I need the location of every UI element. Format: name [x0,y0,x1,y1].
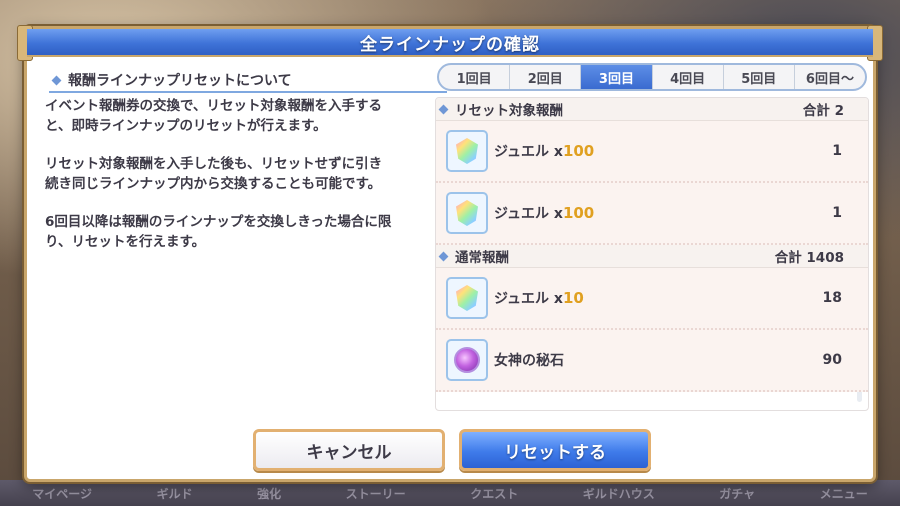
reset-info-heading-text: 報酬ラインナップリセットについて [68,73,292,89]
section-total: 合計 1408 [774,250,844,266]
diamond-bullet-icon [51,75,62,85]
nav-guildhouse[interactable]: ギルドハウス [583,485,655,502]
item-count: 90 [822,352,842,368]
section-total: 合計 2 [802,103,844,119]
item-name: ジュエル x100 [494,204,595,222]
item-icon-frame [446,192,488,234]
tab-round-1[interactable]: 1回目 [439,65,511,89]
nav-gacha[interactable]: ガチャ [719,485,755,502]
item-name: ジュエル x100 [494,142,595,160]
item-icon-frame [446,130,488,172]
nav-mypage[interactable]: マイページ [32,485,92,502]
nav-enhance[interactable]: 強化 [257,485,281,502]
goddess-stone-icon [454,347,480,373]
nav-story[interactable]: ストーリー [346,485,406,502]
bottom-navigation: マイページ ギルド 強化 ストーリー クエスト ギルドハウス ガチャ メニュー [0,480,900,506]
list-item[interactable]: ジュエル x100 1 [436,121,868,183]
info-paragraph: 6回目以降は報酬のラインナップを交換しきった場合に限り、リセットを行えます。 [45,214,392,250]
dialog-title: 全ラインナップの確認 [360,34,540,55]
tab-round-6-plus[interactable]: 6回目〜 [795,65,865,89]
lineup-confirm-dialog: 全ラインナップの確認 報酬ラインナップリセットについて イベント報酬券の交換で、… [17,25,883,482]
tab-round-4[interactable]: 4回目 [653,65,724,89]
dialog-title-bar: 全ラインナップの確認 [27,29,873,57]
section-header-normal: 通常報酬 合計 1408 [436,245,868,268]
nav-quest[interactable]: クエスト [470,485,518,502]
reset-button[interactable]: リセットする [459,429,651,471]
info-paragraph: イベント報酬券の交換で、リセット対象報酬を入手すると、即時ラインナップのリセット… [45,98,382,134]
jewel-icon [456,138,478,164]
section-title: 通常報酬 [455,250,509,266]
tab-round-2[interactable]: 2回目 [510,65,582,89]
jewel-icon [456,285,478,311]
jewel-icon [456,200,478,226]
round-tabs: 1回目 2回目 3回目 4回目 5回目 6回目〜 [437,63,867,91]
diamond-bullet-icon [438,251,449,261]
tab-round-3[interactable]: 3回目 [581,65,653,89]
list-item[interactable]: ジュエル x100 1 [436,183,868,245]
diamond-bullet-icon [438,104,449,114]
section-title: リセット対象報酬 [455,103,563,119]
reward-list[interactable]: リセット対象報酬 合計 2 ジュエル x100 1 ジュエル x100 1 通常… [435,97,869,411]
item-name: 女神の秘石 [494,353,564,369]
item-count: 1 [832,205,842,221]
list-item[interactable]: 女神の秘石 90 [436,330,868,392]
item-count: 18 [822,290,842,306]
section-header-reset-target: リセット対象報酬 合計 2 [436,98,868,121]
item-name: ジュエル x10 [494,289,584,307]
item-icon-frame [446,277,488,319]
reset-info-heading: 報酬ラインナップリセットについて [49,69,447,93]
reset-info-body: イベント報酬券の交換で、リセット対象報酬を入手すると、即時ラインナップのリセット… [45,97,395,271]
nav-guild[interactable]: ギルド [157,485,193,502]
list-item[interactable]: ジュエル x10 18 [436,268,868,330]
item-icon-frame [446,339,488,381]
item-count: 1 [832,143,842,159]
info-paragraph: リセット対象報酬を入手した後も、リセットせずに引き続き同じラインナップ内から交換… [45,156,383,192]
nav-menu[interactable]: メニュー [820,485,868,502]
cancel-button[interactable]: キャンセル [253,429,445,471]
tab-round-5[interactable]: 5回目 [724,65,795,89]
